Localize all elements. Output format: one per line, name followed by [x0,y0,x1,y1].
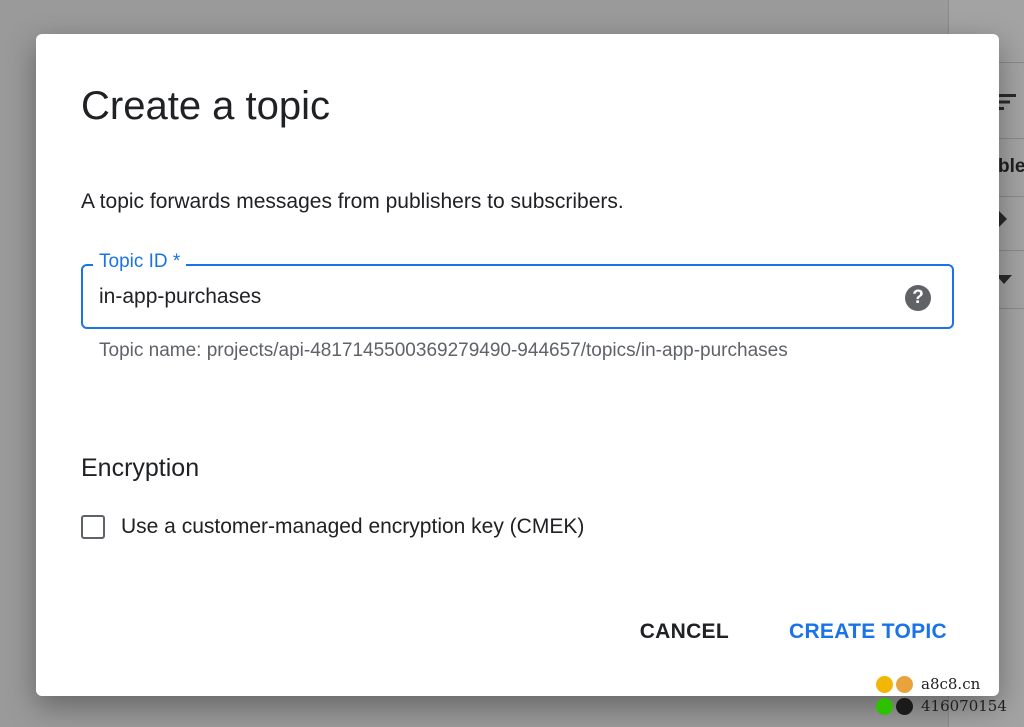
dialog-description: A topic forwards messages from publisher… [81,190,624,213]
cancel-button[interactable]: CANCEL [628,612,741,652]
encryption-heading: Encryption [81,454,200,482]
qq-penguin-icon [896,697,913,715]
watermark: a8c8.cn 416070154 [876,673,1018,717]
topic-id-input[interactable] [99,280,879,314]
create-topic-button[interactable]: CREATE TOPIC [777,612,959,652]
cmek-checkbox-row[interactable]: Use a customer-managed encryption key (C… [81,511,584,543]
caret-right-icon [998,210,1007,228]
wechat-icon [876,697,893,715]
filter-icon [996,94,1016,110]
watermark-avatar-icon [896,675,913,693]
watermark-number-text: 416070154 [921,697,1007,715]
dialog-actions: CANCEL CREATE TOPIC [628,612,959,652]
watermark-row-site: a8c8.cn [876,673,1018,695]
help-circle-icon[interactable]: ? [905,285,931,311]
topic-name-hint: Topic name: projects/api-481714550036927… [99,340,788,361]
dialog-title: Create a topic [81,84,331,128]
cmek-checkbox-label[interactable]: Use a customer-managed encryption key (C… [121,515,584,539]
watermark-site-text: a8c8.cn [921,675,981,693]
watermark-row-number: 416070154 [876,695,1018,717]
create-topic-dialog: Create a topic A topic forwards messages… [36,34,999,696]
topic-id-label: Topic ID * [93,249,187,275]
watermark-logo-icon [876,675,893,693]
topic-id-field[interactable]: Topic ID * ? [81,249,954,329]
background-partial-text: ble [998,156,1024,177]
cmek-checkbox[interactable] [81,515,105,539]
